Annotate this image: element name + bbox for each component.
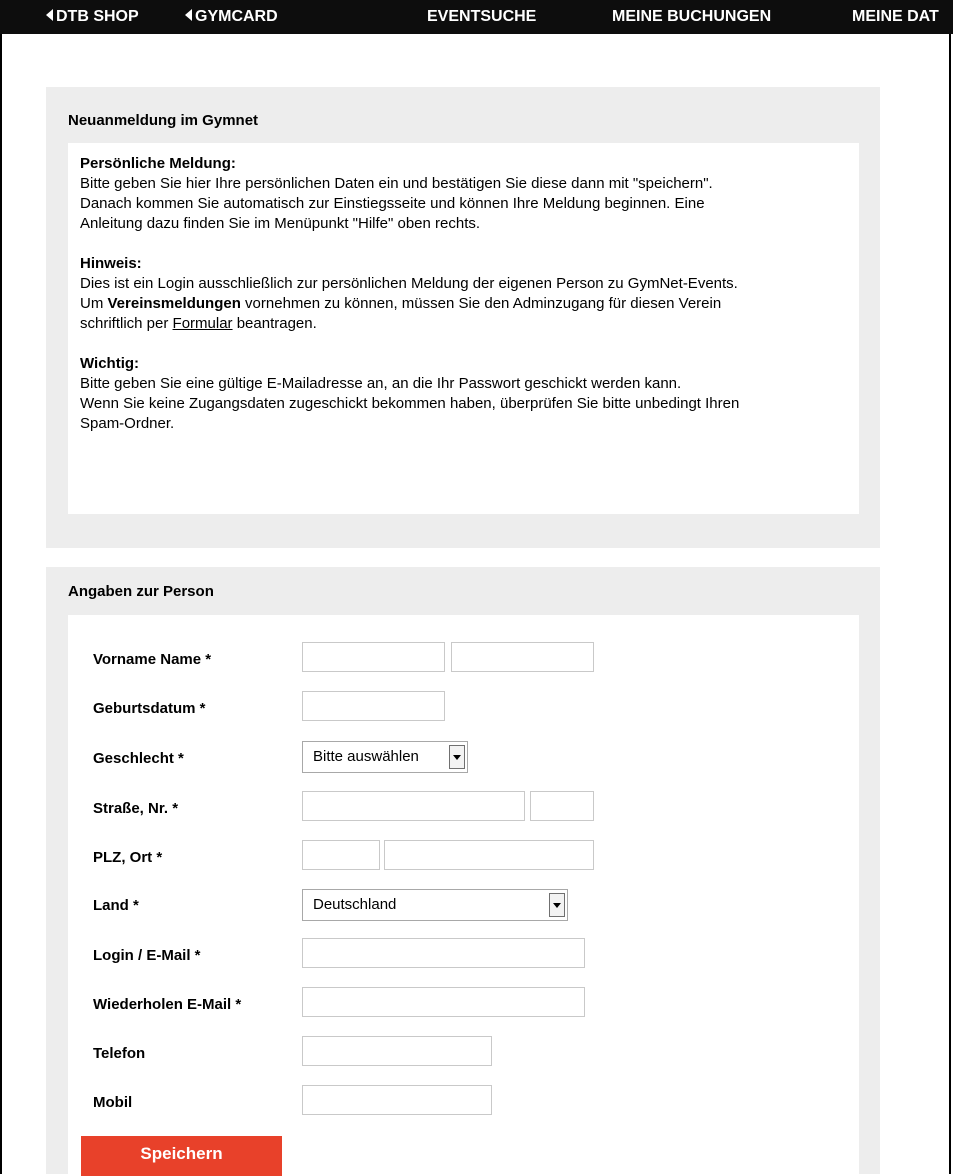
triangle-left-icon bbox=[46, 9, 53, 21]
gender-select-value: Bitte auswählen bbox=[313, 748, 419, 765]
text: vornehmen zu können, müssen Sie den Admi… bbox=[240, 295, 722, 312]
label-mobile: Mobil bbox=[93, 1094, 133, 1111]
info-text: Persönliche Meldung: Bitte geben Sie hie… bbox=[80, 154, 850, 434]
nav-label: MEINE BUCHUNGEN bbox=[612, 8, 772, 25]
gender-select[interactable]: Bitte auswählen bbox=[302, 741, 468, 773]
dropdown-arrow-icon bbox=[549, 893, 565, 917]
plz-input[interactable] bbox=[302, 840, 380, 870]
nav-label: MEINE DAT bbox=[852, 8, 939, 25]
info-line: Anleitung dazu finden Sie im Menüpunkt "… bbox=[80, 215, 481, 232]
info-line: schriftlich per Formular beantragen. bbox=[80, 314, 850, 334]
birthdate-input[interactable] bbox=[302, 691, 445, 721]
save-button[interactable]: Speichern bbox=[81, 1136, 282, 1176]
info-line: Bitte geben Sie hier Ihre persönlichen D… bbox=[80, 175, 713, 192]
nav-meine-buchungen[interactable]: MEINE BUCHUNGEN bbox=[612, 8, 771, 26]
section-heading: Hinweis: bbox=[80, 255, 142, 272]
label-plz: PLZ, Ort * bbox=[93, 849, 163, 866]
street-input[interactable] bbox=[302, 791, 525, 821]
info-line: Wenn Sie keine Zugangsdaten zugeschickt … bbox=[80, 395, 740, 412]
info-box: Persönliche Meldung: Bitte geben Sie hie… bbox=[68, 143, 859, 514]
label-repeat-email: Wiederholen E-Mail * bbox=[93, 996, 242, 1013]
info-title: Neuanmeldung im Gymnet bbox=[68, 112, 259, 129]
bold-text: Vereinsmeldungen bbox=[107, 295, 241, 312]
dropdown-arrow-icon bbox=[449, 745, 465, 769]
house-number-input[interactable] bbox=[530, 791, 594, 821]
nav-label: EVENTSUCHE bbox=[427, 8, 537, 25]
person-title: Angaben zur Person bbox=[68, 583, 214, 600]
section-heading: Wichtig: bbox=[80, 355, 140, 372]
text: beantragen. bbox=[232, 315, 317, 332]
label-login: Login / E-Mail * bbox=[93, 947, 201, 964]
nav-label: DTB SHOP bbox=[56, 8, 139, 25]
login-email-input[interactable] bbox=[302, 938, 585, 968]
city-input[interactable] bbox=[384, 840, 594, 870]
nav-meine-daten[interactable]: MEINE DAT bbox=[852, 8, 939, 26]
triangle-left-icon bbox=[185, 9, 192, 21]
last-name-input[interactable] bbox=[451, 642, 594, 672]
label-phone: Telefon bbox=[93, 1045, 146, 1062]
form-box: Vorname Name * Geburtsdatum * Geschlecht… bbox=[68, 615, 859, 1174]
person-panel: Angaben zur Person Vorname Name * Geburt… bbox=[46, 567, 880, 1174]
label-country: Land * bbox=[93, 897, 139, 914]
nav-label: GYMCARD bbox=[195, 8, 278, 25]
mobile-input[interactable] bbox=[302, 1085, 492, 1115]
label-street: Straße, Nr. * bbox=[93, 800, 179, 817]
first-name-input[interactable] bbox=[302, 642, 445, 672]
info-line: Bitte geben Sie eine gültige E-Mailadres… bbox=[80, 375, 682, 392]
info-line: Danach kommen Sie automatisch zur Einsti… bbox=[80, 195, 705, 212]
nav-eventsuche[interactable]: EVENTSUCHE bbox=[427, 8, 536, 26]
nav-dtb-shop[interactable]: DTB SHOP bbox=[46, 8, 139, 26]
formular-link[interactable]: Formular bbox=[173, 315, 233, 332]
label-birthdate: Geburtsdatum * bbox=[93, 700, 206, 717]
nav-gymcard[interactable]: GYMCARD bbox=[185, 8, 278, 26]
info-line: Spam-Ordner. bbox=[80, 415, 175, 432]
phone-input[interactable] bbox=[302, 1036, 492, 1066]
text: Um bbox=[80, 295, 108, 312]
repeat-email-input[interactable] bbox=[302, 987, 585, 1017]
country-select-value: Deutschland bbox=[313, 896, 397, 913]
text: schriftlich per bbox=[80, 315, 173, 332]
info-panel: Neuanmeldung im Gymnet Persönliche Meldu… bbox=[46, 87, 880, 548]
info-line: Um Vereinsmeldungen vornehmen zu können,… bbox=[80, 294, 850, 314]
country-select[interactable]: Deutschland bbox=[302, 889, 568, 921]
label-gender: Geschlecht * bbox=[93, 750, 184, 767]
label-name: Vorname Name * bbox=[93, 651, 212, 668]
top-navigation: DTB SHOP GYMCARD EVENTSUCHE MEINE BUCHUN… bbox=[0, 0, 953, 34]
info-line: Dies ist ein Login ausschließlich zur pe… bbox=[80, 275, 738, 292]
section-heading: Persönliche Meldung: bbox=[80, 155, 236, 172]
